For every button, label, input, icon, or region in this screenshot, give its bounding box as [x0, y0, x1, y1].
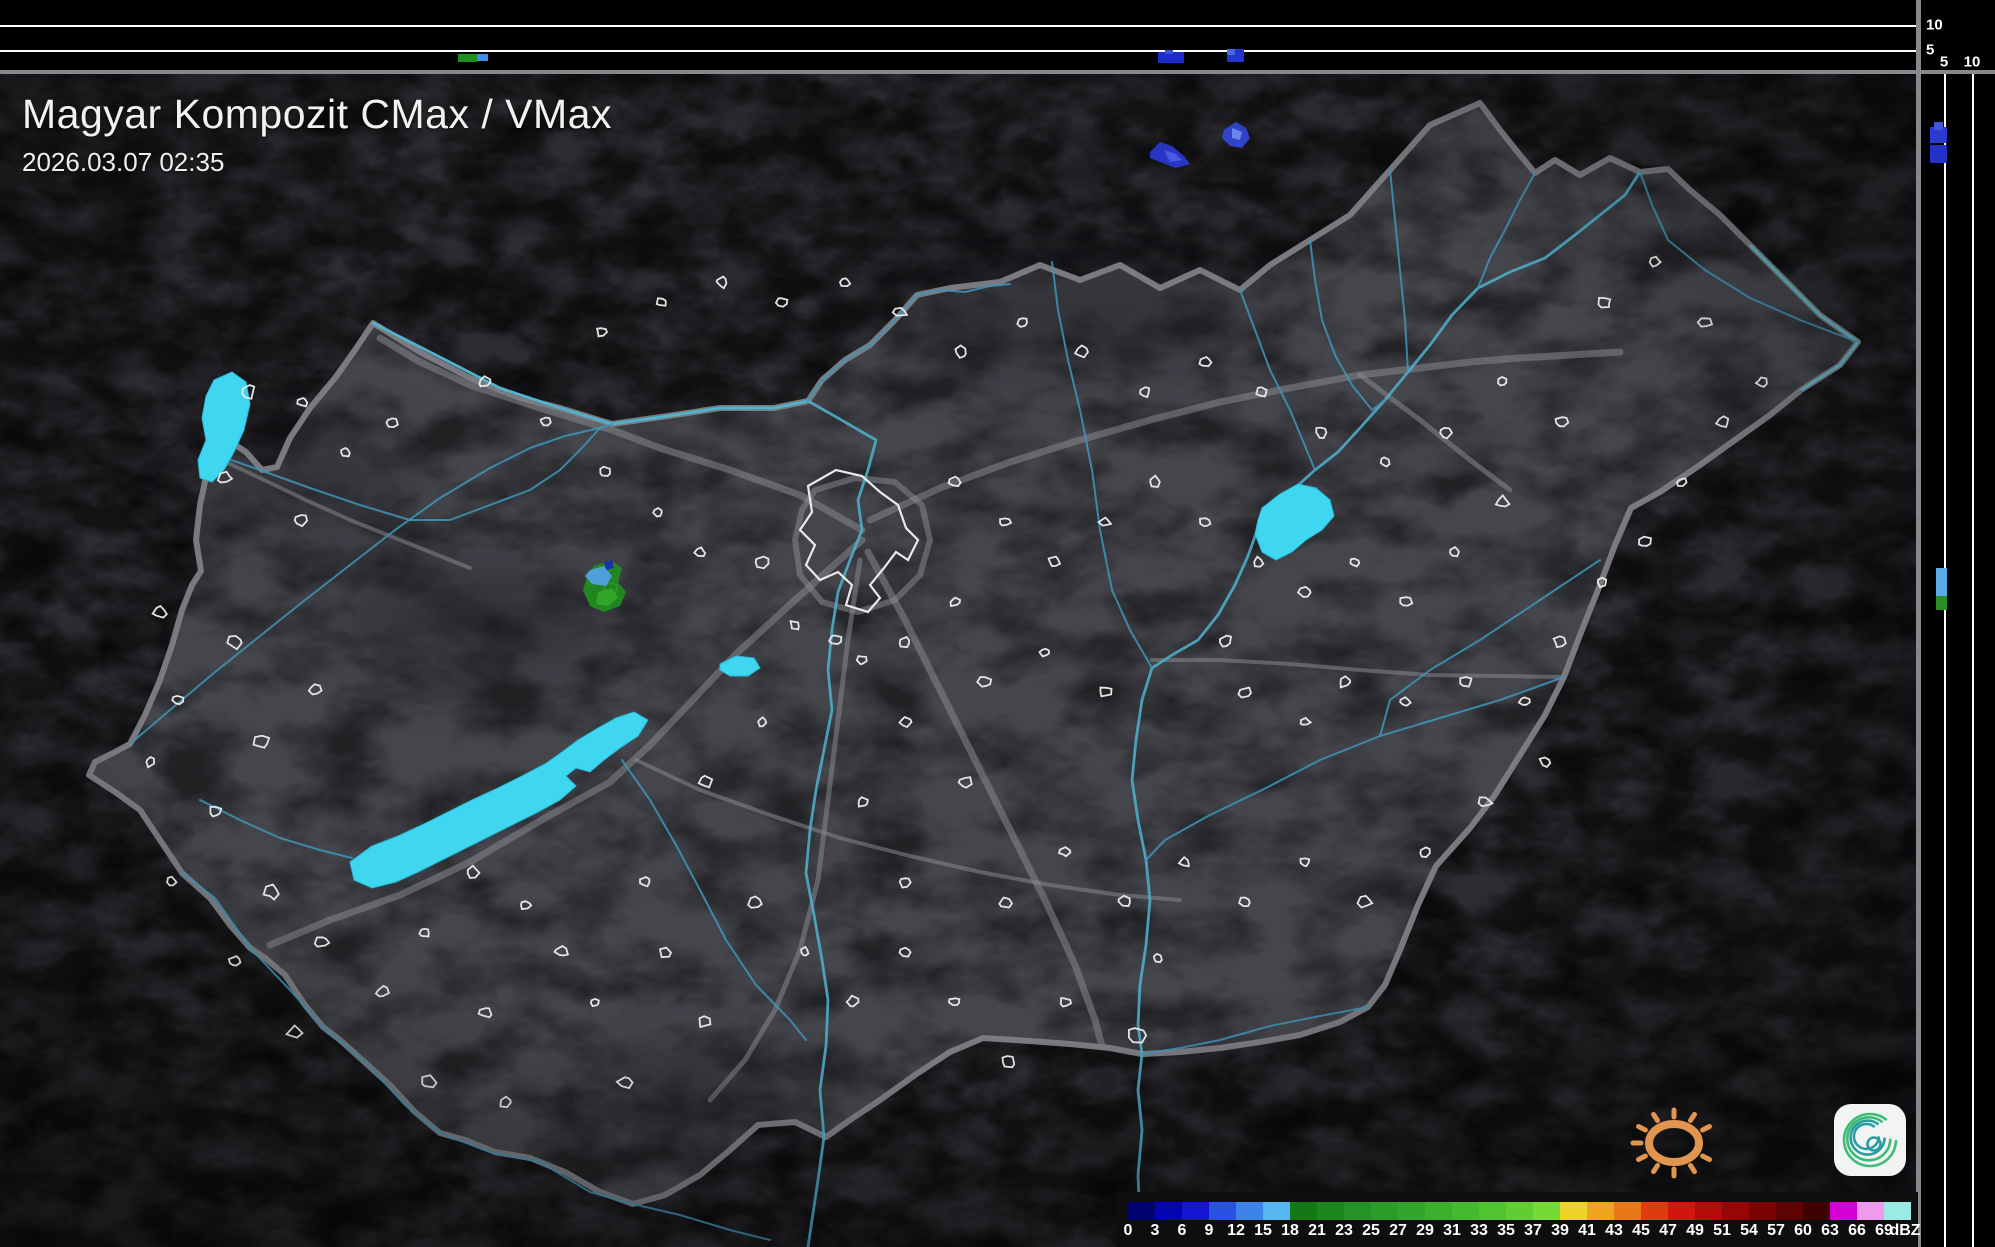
dbz-colorbar	[1128, 1202, 1911, 1220]
dbz-unit-label: dBZ	[1889, 1222, 1921, 1239]
height-scale-line	[1944, 74, 1946, 1247]
radar-composite-app: Magyar Kompozit CMax / VMax 2026.03.07 0…	[0, 0, 1995, 1247]
dbz-color-segment	[1749, 1202, 1776, 1220]
dbz-tick-label: 15	[1254, 1222, 1272, 1239]
right-axis-tick-10: 10	[1963, 53, 1981, 71]
dbz-color-segment	[1263, 1202, 1290, 1220]
cross-section-echo	[1934, 122, 1943, 130]
dbz-tick-label: 29	[1416, 1222, 1434, 1239]
cross-section-echo	[1165, 50, 1173, 54]
title-block: Magyar Kompozit CMax / VMax 2026.03.07 0…	[22, 91, 612, 178]
vignette	[0, 74, 1918, 1247]
dbz-tick-label: 25	[1362, 1222, 1380, 1239]
dbz-tick-label: 37	[1524, 1222, 1542, 1239]
dbz-color-segment	[1452, 1202, 1479, 1220]
right-axis-tick-5: 5	[1939, 53, 1949, 71]
dbz-color-segment	[1479, 1202, 1506, 1220]
cross-section-echo	[1930, 145, 1947, 163]
dbz-tick-label: 9	[1204, 1222, 1214, 1239]
dbz-tick-label: 21	[1308, 1222, 1326, 1239]
timestamp: 2026.03.07 02:35	[22, 147, 225, 178]
sun-ray	[1651, 1163, 1660, 1175]
dbz-color-segment	[1722, 1202, 1749, 1220]
metnet-logo-link[interactable]	[1628, 1094, 1920, 1186]
right-cross-section	[1921, 0, 1995, 1247]
dbz-tick-label: 49	[1686, 1222, 1704, 1239]
dbz-tick-label: 23	[1335, 1222, 1353, 1239]
dbz-tick-label: 35	[1497, 1222, 1515, 1239]
height-scale-line	[0, 25, 1916, 27]
dbz-tick-label: 6	[1177, 1222, 1187, 1239]
dbz-tick-label: 45	[1632, 1222, 1650, 1239]
dbz-tick-label: 31	[1443, 1222, 1461, 1239]
cross-section-echo	[458, 54, 477, 62]
dbz-color-segment	[1506, 1202, 1533, 1220]
top-axis-tick-10: 10	[1926, 16, 1943, 34]
dbz-color-segment	[1398, 1202, 1425, 1220]
page-title: Magyar Kompozit CMax / VMax	[22, 91, 612, 137]
dbz-color-segment	[1425, 1202, 1452, 1220]
dbz-tick-label: 47	[1659, 1222, 1677, 1239]
sun-ray	[1688, 1111, 1697, 1123]
cross-section-echo	[477, 54, 488, 61]
sun-ray	[1700, 1153, 1713, 1162]
height-scale-line	[0, 50, 1916, 52]
radar-map-canvas	[0, 0, 1995, 1247]
dbz-color-segment	[1209, 1202, 1236, 1220]
dbz-color-segment	[1587, 1202, 1614, 1220]
top-cross-section	[0, 0, 1995, 70]
dbz-tick-label: 66	[1848, 1222, 1866, 1239]
dbz-color-segment	[1803, 1202, 1830, 1220]
dbz-color-segment	[1560, 1202, 1587, 1220]
top-axis-tick-5: 5	[1926, 41, 1935, 59]
dbz-tick-label: 54	[1740, 1222, 1758, 1239]
dbz-tick-label: 12	[1227, 1222, 1245, 1239]
dbz-tick-label: 33	[1470, 1222, 1488, 1239]
dbz-colorbar-panel: 0 3 6 9 12 15 18 21 23 25 27 29 31 33 35 37 39 41 43 45 47 49…	[1116, 1192, 1921, 1247]
dbz-color-segment	[1533, 1202, 1560, 1220]
dbz-color-segment	[1128, 1202, 1155, 1220]
dbz-tick-label: 63	[1821, 1222, 1839, 1239]
map-area	[0, 74, 1918, 1247]
sun-ray	[1635, 1124, 1648, 1133]
metnet-app-icon	[1834, 1104, 1906, 1176]
cross-section-echo	[1936, 568, 1947, 596]
horizontal-divider	[0, 70, 1995, 74]
dbz-color-segment	[1884, 1202, 1911, 1220]
sun-ray	[1651, 1111, 1660, 1123]
dbz-tick-label: 51	[1713, 1222, 1731, 1239]
sun-ray	[1688, 1163, 1697, 1175]
dbz-tick-label: 43	[1605, 1222, 1623, 1239]
cross-section-echo	[1227, 49, 1235, 55]
vertical-divider	[1916, 0, 1921, 1247]
dbz-color-segment	[1830, 1202, 1857, 1220]
dbz-tick-label: 60	[1794, 1222, 1812, 1239]
dbz-tick-label: 18	[1281, 1222, 1299, 1239]
dbz-tick-label: 27	[1389, 1222, 1407, 1239]
dbz-color-segment	[1290, 1202, 1317, 1220]
dbz-color-segment	[1236, 1202, 1263, 1220]
height-scale-line	[1972, 74, 1974, 1247]
sun-icon	[1630, 1107, 1713, 1179]
dbz-tick-label: 57	[1767, 1222, 1785, 1239]
dbz-tick-label: 41	[1578, 1222, 1596, 1239]
dbz-tick-label: 39	[1551, 1222, 1569, 1239]
dbz-tick-label: 0	[1123, 1222, 1133, 1239]
dbz-color-segment	[1668, 1202, 1695, 1220]
dbz-color-segment	[1695, 1202, 1722, 1220]
dbz-color-segment	[1371, 1202, 1398, 1220]
dbz-color-segment	[1641, 1202, 1668, 1220]
sun-ray	[1700, 1124, 1713, 1133]
dbz-color-segment	[1182, 1202, 1209, 1220]
dbz-color-segment	[1776, 1202, 1803, 1220]
sun-ray	[1635, 1153, 1648, 1162]
dbz-color-segment	[1344, 1202, 1371, 1220]
dbz-tick-label: 3	[1150, 1222, 1160, 1239]
dbz-color-segment	[1155, 1202, 1182, 1220]
dbz-color-segment	[1857, 1202, 1884, 1220]
cross-section-echo	[1936, 596, 1947, 610]
dbz-color-segment	[1317, 1202, 1344, 1220]
dbz-color-segment	[1614, 1202, 1641, 1220]
